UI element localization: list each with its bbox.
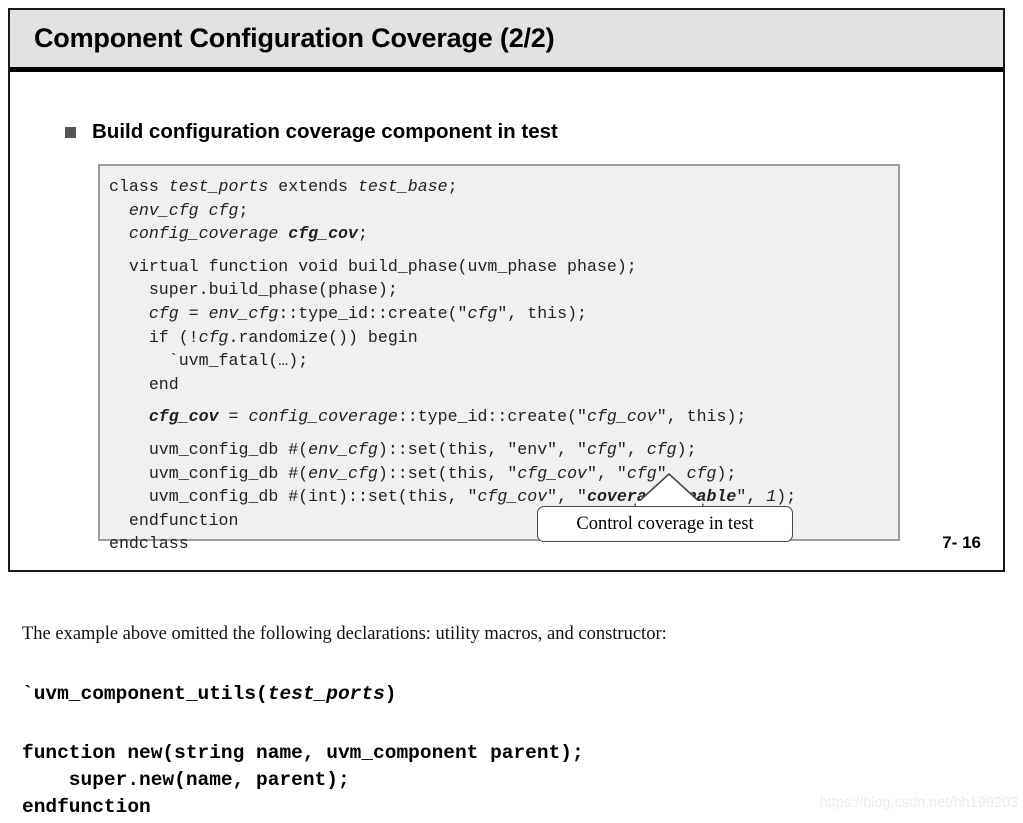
code-token: endfunction [109,510,239,530]
code-token: end [109,374,179,394]
code-token: virtual function void build_phase(uvm_ph… [109,256,637,276]
watermark: https://blog.csdn.net/hh199203 [819,795,1018,811]
square-bullet-icon [65,126,76,138]
code-token: cfg_cov [517,463,588,483]
code-token: `uvm_fatal(…); [109,351,309,371]
code-token: cfg [587,439,617,459]
code-token: config_coverage [248,407,398,427]
code-line: config_coverage cfg_cov; [109,222,898,246]
code-line: virtual function void build_phase(uvm_ph… [109,255,898,279]
callout-label: Control coverage in test [576,513,754,534]
code-token: `uvm_component_utils( [22,683,268,705]
code-token: ; [238,200,249,220]
code-token: uvm_config_db #(int)::set(this, " [109,487,478,507]
code-token: class [109,177,169,196]
code-token: test_ports [267,683,385,705]
code-token: ::type_id::create(" [278,303,468,323]
code-token: ); [676,439,697,459]
code-block: class test_ports extends test_base; env_… [98,164,900,553]
callout-box: Control coverage in test [537,506,793,542]
code-token: )::set(this, "env", " [377,439,588,459]
code-token: env_cfg [308,439,378,459]
bullet-label: Build configuration coverage component i… [92,120,558,143]
code-line: function new(string name, uvm_component … [22,740,1002,767]
code-line: cfg_cov = config_coverage::type_id::crea… [109,405,898,429]
code-token: uvm_config_db #( [109,463,309,483]
code-line: env_cfg cfg; [109,199,898,223]
code-token: config_coverage [128,224,289,244]
code-token: = [178,303,209,323]
notes-section: The example above omitted the following … [22,624,1002,821]
code-token: endfunction [22,796,151,818]
slide-header: Component Configuration Coverage (2/2) [10,10,1003,72]
code-token: super.new(name, parent); [22,769,350,791]
code-token: super.build_phase(phase); [109,280,398,300]
page-title: Component Configuration Coverage (2/2) [34,23,555,53]
bullet-item: Build configuration coverage component i… [65,120,558,144]
code-line: class test_ports extends test_base; [109,175,898,199]
code-token: env_cfg [308,463,378,483]
code-token: ::type_id::create(" [397,407,588,427]
code-token: cfg [198,327,229,347]
page-number: 7- 16 [942,533,981,552]
notes-intro-text: The example above omitted the following … [22,624,667,644]
code-token: function new(string name, uvm_component … [22,742,584,764]
code-token: test_ports [168,177,269,196]
code-token: endclass [109,534,189,554]
code-line: uvm_config_db #(env_cfg)::set(this, "env… [109,438,898,462]
code-token: env_cfg cfg [128,200,239,220]
code-token: = [218,407,249,427]
slide-body: Build configuration coverage component i… [10,72,1003,567]
code-token: cfg_cov [587,407,657,427]
code-token: cfg [467,303,498,323]
code-line: end [109,373,898,397]
code-token: ) [384,683,397,705]
code-line: cfg = env_cfg::type_id::create("cfg", th… [109,302,898,326]
code-token: if (! [109,327,199,347]
code-token: test_base [357,177,448,196]
code-token: ", [616,439,647,459]
code-token: cfg_cov [288,224,358,244]
code-token: ", " [587,463,627,483]
code-token: cfg_cov [148,407,219,427]
slide-frame: Component Configuration Coverage (2/2) B… [8,8,1005,572]
callout-tail-icon [634,473,704,507]
code-token: cfg [646,439,677,459]
code-token: env_cfg [208,303,279,323]
code-token: extends [268,177,358,196]
code-token: ", this); [656,407,747,427]
callout-annotation: Control coverage in test [537,473,793,542]
code-line: if (!cfg.randomize()) begin [109,326,898,350]
code-token: cfg [148,303,179,323]
notes-macro-code: `uvm_component_utils(test_ports) [22,681,1002,708]
code-token: ); [716,463,737,483]
code-line: uvm_config_db #(env_cfg)::set(this, "cfg… [109,462,898,486]
code-token: ; [357,224,368,244]
code-line: `uvm_fatal(…); [109,349,898,373]
code-line: super.build_phase(phase); [109,278,898,302]
code-line: super.new(name, parent); [22,767,1002,794]
code-token: uvm_config_db #( [109,439,309,459]
code-token: .randomize()) begin [228,327,418,347]
code-token: )::set(this, " [377,463,518,483]
code-token: ; [447,177,458,196]
code-token: ", this); [497,303,588,323]
